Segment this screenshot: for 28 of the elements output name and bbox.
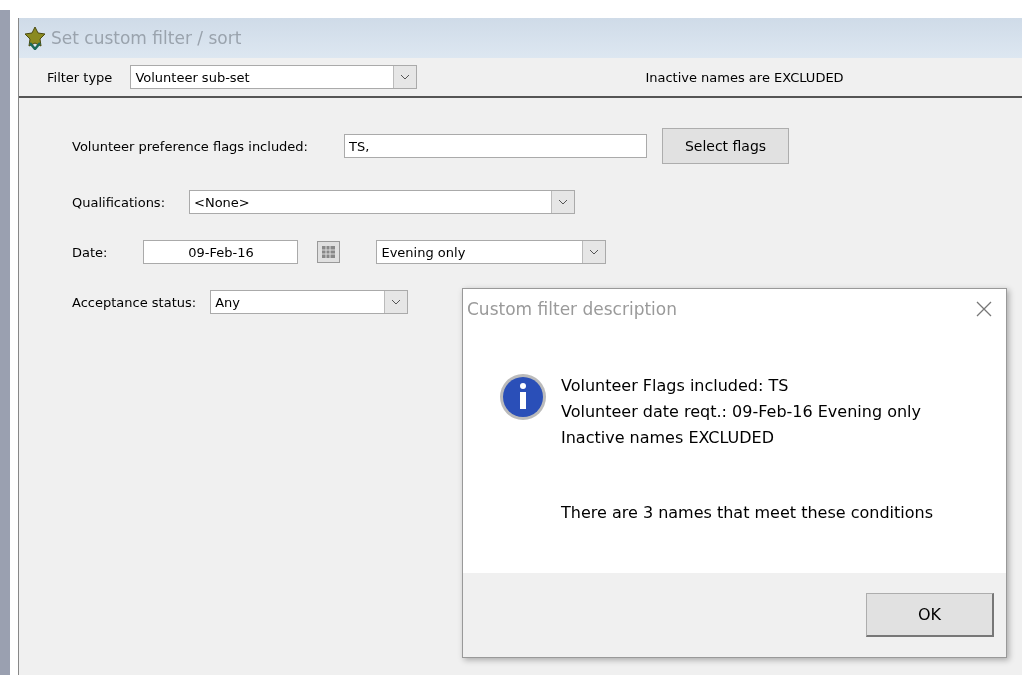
message-line: Volunteer date reqt.: 09-Feb-16 Evening only [561, 401, 922, 423]
message-line: Volunteer Flags included: TS [561, 375, 790, 397]
message-line: Inactive names EXCLUDED [561, 427, 776, 449]
flags-label: Volunteer preference flags included: [72, 138, 308, 154]
select-flags-button[interactable]: Select flags [662, 128, 789, 164]
ok-button[interactable]: OK [866, 593, 994, 637]
filter-type-label: Filter type [47, 69, 113, 85]
qualifications-label: Qualifications: [72, 194, 166, 210]
dialog-title: Custom filter description [467, 299, 677, 319]
inactive-note: Inactive names are EXCLUDED [645, 69, 844, 85]
close-icon[interactable] [976, 301, 992, 317]
acceptance-label: Acceptance status: [72, 294, 197, 310]
chevron-down-icon[interactable] [391, 299, 402, 305]
chevron-down-icon[interactable] [400, 74, 411, 80]
chevron-down-icon[interactable] [589, 249, 600, 255]
date-label: Date: [72, 244, 108, 260]
flags-field[interactable]: TS, [344, 134, 647, 158]
dropdown[interactable]: Evening only [376, 240, 607, 264]
window-title: Set custom filter / sort [51, 28, 242, 48]
dropdown[interactable]: Volunteer sub-set [130, 65, 418, 89]
summary-text: There are 3 names that meet these conditions [561, 503, 933, 522]
info-icon [499, 373, 547, 421]
chevron-down-icon[interactable] [558, 199, 569, 205]
date-field[interactable]: 09-Feb-16 [143, 240, 299, 264]
dropdown[interactable]: Any [210, 290, 409, 314]
calendar-icon[interactable] [317, 241, 341, 263]
star-logo-icon [23, 26, 47, 50]
dropdown[interactable]: <None> [189, 190, 576, 214]
